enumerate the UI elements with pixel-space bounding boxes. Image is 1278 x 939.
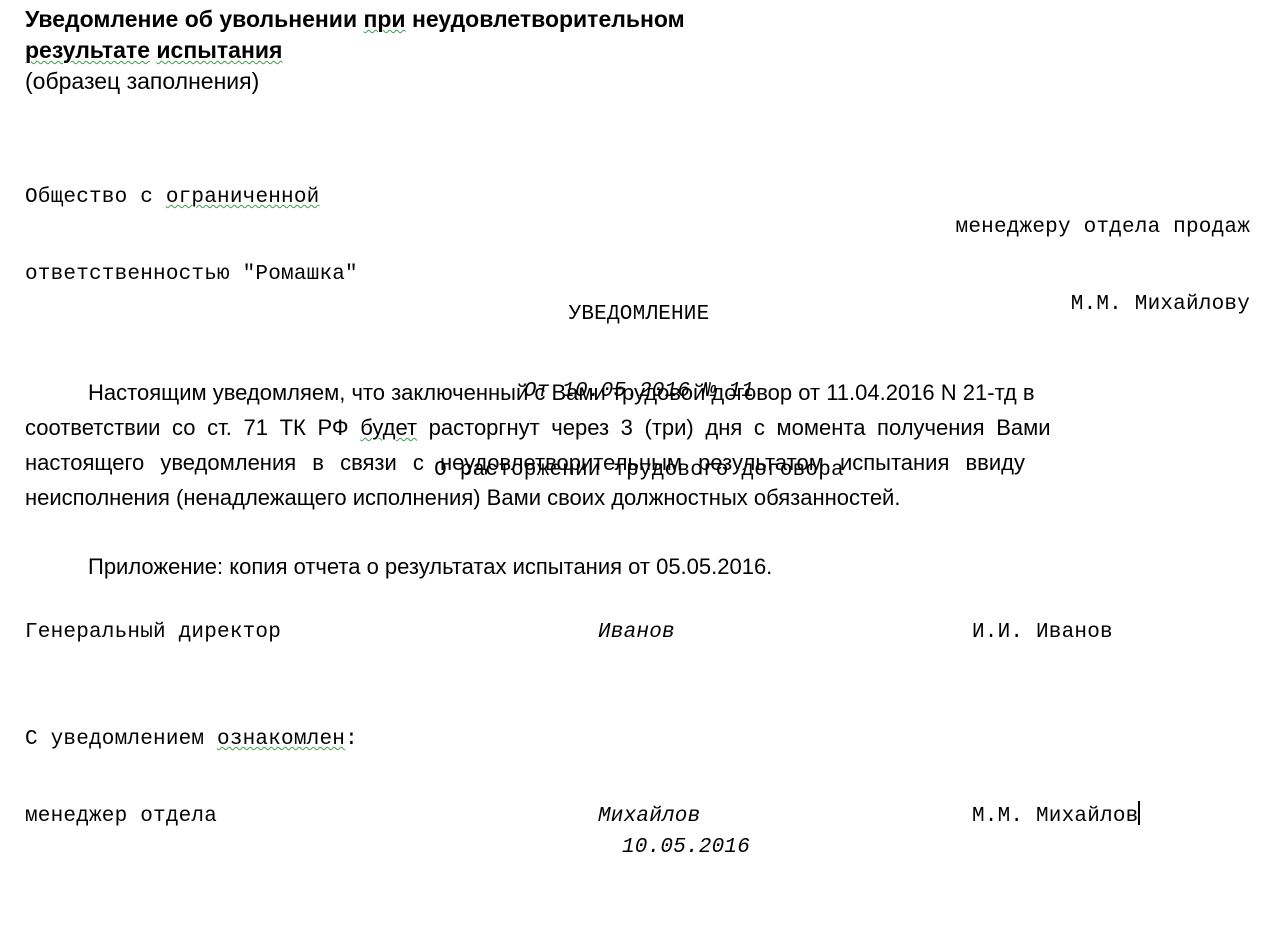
body-line-1: Настоящим уведомляем, что заключенный с … <box>88 380 1035 405</box>
acknowledgement-block: С уведомлением ознакомлен: менеджер отде… <box>25 678 1253 878</box>
acknowledgement-date: 10.05.2016 <box>622 836 751 859</box>
attachment-block: Приложение: копия отчета о результатах и… <box>25 551 1253 583</box>
director-handwritten-signature: Иванов <box>598 621 675 644</box>
attachment-text: Приложение: копия отчета о результатах и… <box>88 554 773 579</box>
acknowledgement-name-text: М.М. Михайлов <box>972 805 1139 828</box>
title-line-2: результате испытания <box>25 35 1025 66</box>
document-page: Уведомление об увольнении при неудовлетв… <box>0 0 1278 859</box>
title-line-1: Уведомление об увольнении при неудовлетв… <box>25 4 1025 35</box>
title-line-1-spell: при <box>363 6 406 32</box>
acknowledgement-intro-pre: С уведомлением <box>25 728 218 751</box>
title-line-2-spell-1: результате <box>25 37 151 63</box>
acknowledgement-intro-spell: ознакомлен <box>217 728 346 751</box>
text-cursor-caret <box>1138 801 1141 825</box>
title-line-1-pre: Уведомление об увольнении <box>25 6 364 32</box>
acknowledgement-intro: С уведомлением ознакомлен: <box>25 724 1253 755</box>
addressee-line-1: менеджеру отдела продаж <box>955 216 1250 239</box>
body-line-3: настоящего уведомления в связи с неудовл… <box>25 450 1025 475</box>
document-title: Уведомление об увольнении при неудовлетв… <box>25 4 1025 97</box>
body-line-2-spell: будет <box>360 415 418 440</box>
title-line-1-post: неудовлетворительном <box>405 6 685 32</box>
organization-prefix: Общество с <box>25 186 166 209</box>
notice-type: УВЕДОМЛЕНИЕ <box>568 303 710 326</box>
notice-body: Настоящим уведомляем, что заключенный с … <box>25 375 1253 515</box>
acknowledgement-signature-row: менеджер отдела Михайлов М.М. Михайлов 1… <box>25 801 1253 859</box>
body-line-4: неисполнения (ненадлежащего исполнения) … <box>25 485 901 510</box>
acknowledgement-intro-post: : <box>345 728 358 751</box>
body-line-2-post: расторгнут через 3 (три) дня с момента п… <box>417 415 1051 440</box>
title-line-3: (образец заполнения) <box>25 68 260 94</box>
organization-spell: ограниченной <box>165 186 320 209</box>
title-line-2-spell-2: испытания <box>156 37 283 63</box>
acknowledgement-name: М.М. Михайлов <box>972 801 1141 832</box>
director-role: Генеральный директор <box>25 621 282 644</box>
body-line-2: соответствии со ст. 71 ТК РФ будет расто… <box>25 410 1253 445</box>
body-line-2-pre: соответствии со ст. 71 ТК РФ <box>25 415 361 440</box>
organization-line-1: Общество с ограниченной <box>25 182 645 213</box>
director-signature-row: Генеральный директор Иванов И.И. Иванов <box>25 618 1253 648</box>
acknowledgement-handwritten-signature: Михайлов <box>598 805 701 828</box>
acknowledgement-role: менеджер отдела <box>25 805 218 828</box>
director-name: И.И. Иванов <box>972 621 1113 644</box>
